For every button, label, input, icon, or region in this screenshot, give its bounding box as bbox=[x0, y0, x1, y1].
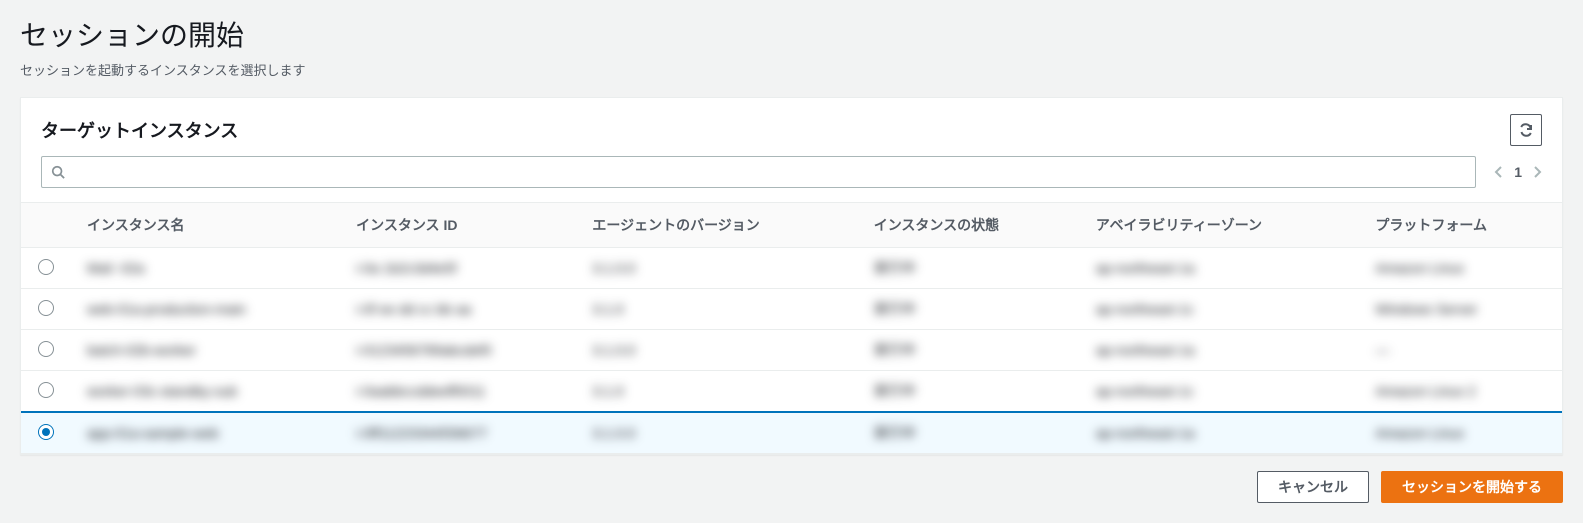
refresh-button[interactable] bbox=[1510, 114, 1542, 146]
cell-az: ap-northeast-1a bbox=[1080, 330, 1360, 371]
cell-state: 実行中 bbox=[858, 371, 1080, 413]
table-row[interactable]: web-01a-production-maini-0f ee dd cc bb … bbox=[21, 289, 1562, 330]
start-session-button[interactable]: セッションを開始する bbox=[1381, 471, 1563, 503]
row-select-radio[interactable] bbox=[38, 300, 54, 316]
cell-id: i-0aabbccddeeff0011 bbox=[340, 371, 576, 413]
page-subtitle: セッションを起動するインスタンスを選択します bbox=[20, 60, 1563, 79]
col-availability-zone: アベイラビリティーゾーン bbox=[1080, 203, 1360, 248]
col-select bbox=[21, 203, 71, 248]
cell-platform: Amazon Linux bbox=[1359, 248, 1562, 289]
cell-az: ap-northeast-1a bbox=[1080, 248, 1360, 289]
cell-name: app-01a-sample-web bbox=[71, 412, 340, 454]
prev-page[interactable] bbox=[1494, 165, 1504, 179]
cell-platform: Amazon Linux 2 bbox=[1359, 371, 1562, 413]
cell-name: Mail -02a bbox=[71, 248, 340, 289]
row-select-radio[interactable] bbox=[38, 259, 54, 275]
cell-id: i-0a 1b2c3d4e5f bbox=[340, 248, 576, 289]
row-select-radio[interactable] bbox=[38, 424, 54, 440]
next-page[interactable] bbox=[1532, 165, 1542, 179]
search-input-wrapper[interactable] bbox=[41, 156, 1476, 188]
cell-platform: Windows Server bbox=[1359, 289, 1562, 330]
cell-state: 実行中 bbox=[858, 330, 1080, 371]
page-title: セッションの開始 bbox=[20, 14, 1563, 54]
table-row[interactable]: Mail -02ai-0a 1b2c3d4e5f3.1.0.0実行中ap-nor… bbox=[21, 248, 1562, 289]
table-row[interactable]: worker-03c-standby-subi-0aabbccddeeff001… bbox=[21, 371, 1562, 413]
col-instance-state: インスタンスの状態 bbox=[858, 203, 1080, 248]
cell-id: i-0f ee dd cc bb aa bbox=[340, 289, 576, 330]
col-platform: プラットフォーム bbox=[1359, 203, 1562, 248]
table-row[interactable]: batch-02b-workeri-0123456789abcdef03.1.0… bbox=[21, 330, 1562, 371]
cell-platform: — bbox=[1359, 330, 1562, 371]
search-icon bbox=[42, 165, 74, 179]
cell-agent: 3.1.0.0 bbox=[576, 412, 857, 454]
cell-name: batch-02b-worker bbox=[71, 330, 340, 371]
cell-agent: 3.1.0.0 bbox=[576, 248, 857, 289]
cell-az: ap-northeast-1c bbox=[1080, 289, 1360, 330]
instances-table: インスタンス名 インスタンス ID エージェントのバージョン インスタンスの状態… bbox=[21, 202, 1562, 454]
row-select-radio[interactable] bbox=[38, 382, 54, 398]
cell-name: worker-03c-standby-sub bbox=[71, 371, 340, 413]
col-agent-version: エージェントのバージョン bbox=[576, 203, 857, 248]
pagination: 1 bbox=[1494, 164, 1542, 180]
page-number: 1 bbox=[1514, 164, 1522, 180]
col-instance-name: インスタンス名 bbox=[71, 203, 340, 248]
table-row[interactable]: app-01a-sample-webi-0ff112233445566773.1… bbox=[21, 412, 1562, 454]
cell-state: 実行中 bbox=[858, 412, 1080, 454]
cell-name: web-01a-production-main bbox=[71, 289, 340, 330]
cell-platform: Amazon Linux bbox=[1359, 412, 1562, 454]
panel-title: ターゲットインスタンス bbox=[41, 117, 1510, 143]
cell-id: i-0123456789abcdef0 bbox=[340, 330, 576, 371]
cell-agent: 3.1.0.0 bbox=[576, 330, 857, 371]
cell-az: ap-northeast-1c bbox=[1080, 371, 1360, 413]
cell-agent: 3.1.0 bbox=[576, 289, 857, 330]
refresh-icon bbox=[1518, 122, 1534, 138]
cell-state: 実行中 bbox=[858, 248, 1080, 289]
search-input[interactable] bbox=[74, 157, 1475, 187]
row-select-radio[interactable] bbox=[38, 341, 54, 357]
col-instance-id: インスタンス ID bbox=[340, 203, 576, 248]
cell-az: ap-northeast-1a bbox=[1080, 412, 1360, 454]
cell-state: 実行中 bbox=[858, 289, 1080, 330]
cell-id: i-0ff11223344556677 bbox=[340, 412, 576, 454]
target-instances-panel: ターゲットインスタンス bbox=[20, 97, 1563, 455]
cancel-button[interactable]: キャンセル bbox=[1257, 471, 1369, 503]
cell-agent: 3.1.0 bbox=[576, 371, 857, 413]
